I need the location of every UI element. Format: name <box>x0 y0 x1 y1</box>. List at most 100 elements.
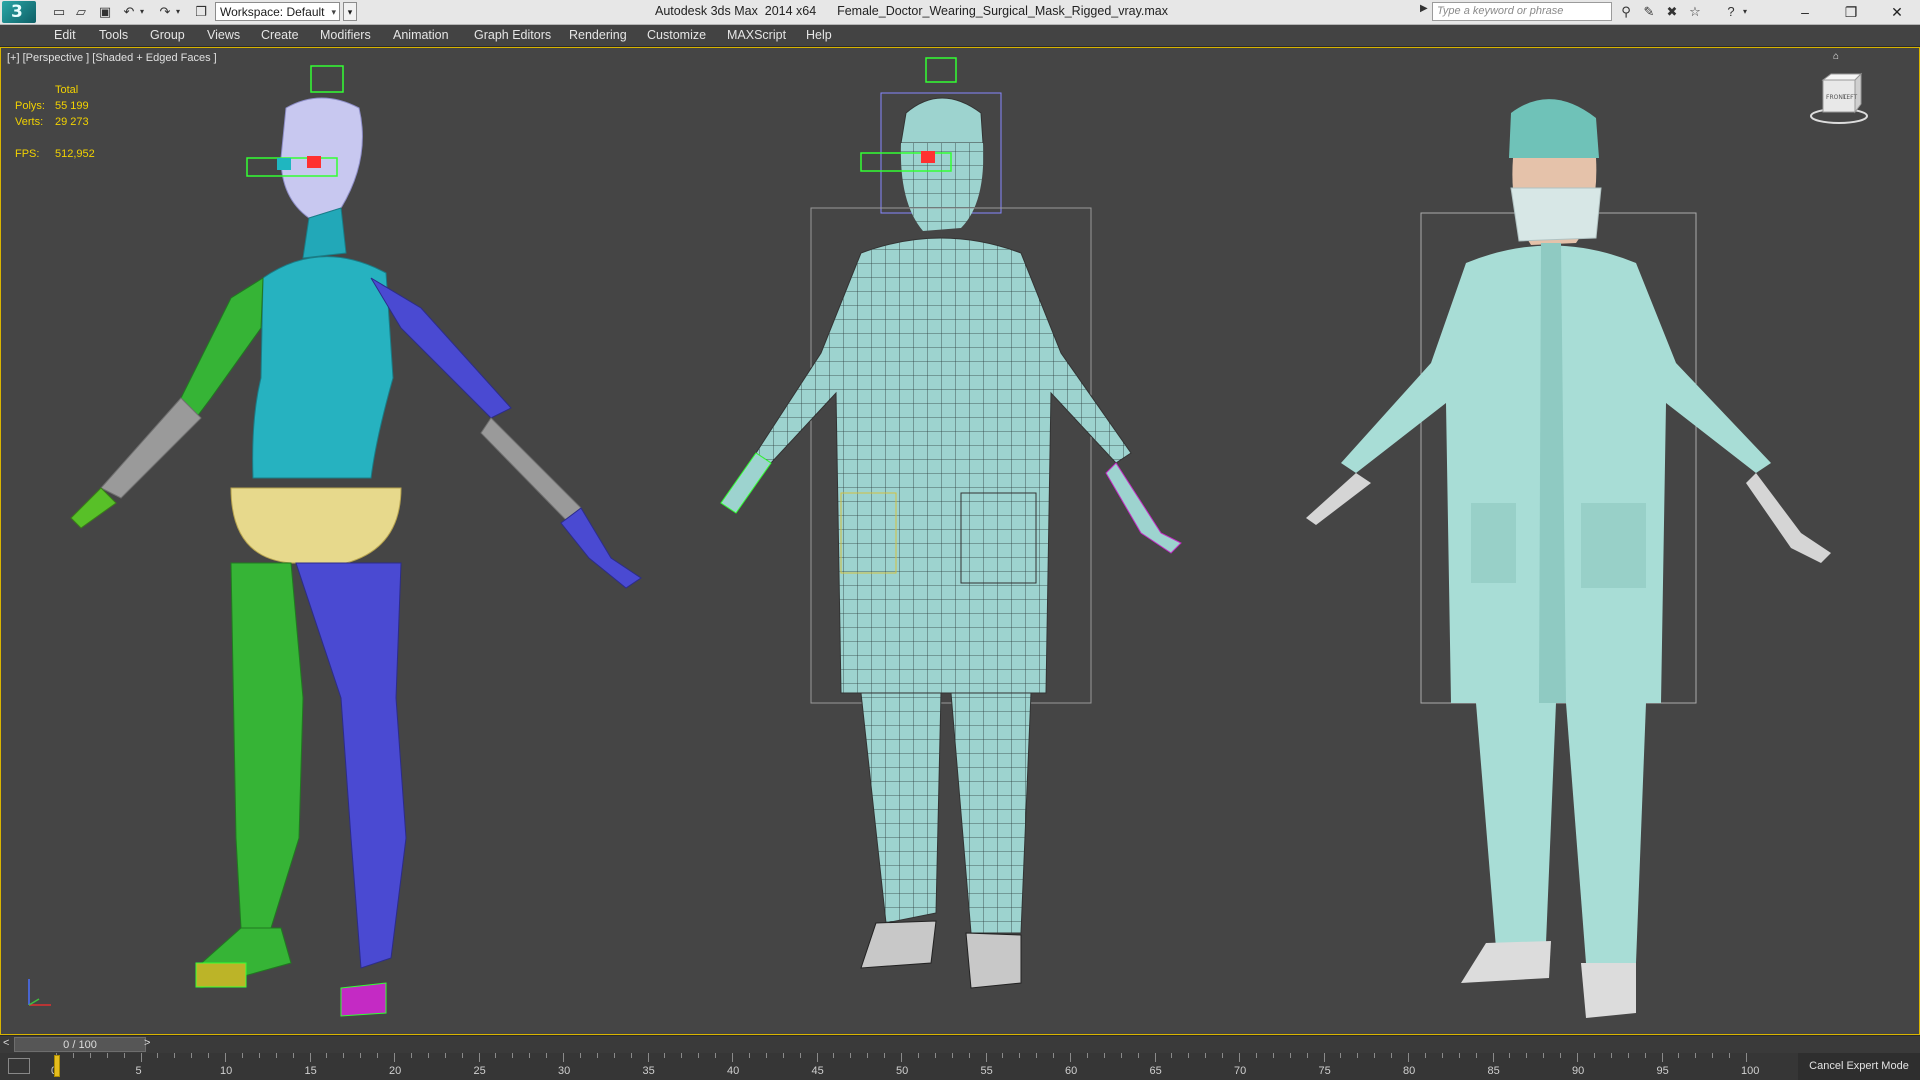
frame-tick-label: 10 <box>220 1065 233 1077</box>
frame-tick <box>1357 1053 1359 1058</box>
frame-ruler[interactable]: 0510152025303540455055606570758085909510… <box>51 1053 1759 1080</box>
frame-tick <box>225 1053 226 1062</box>
frame-tick <box>1644 1053 1646 1058</box>
frame-tick <box>1492 1053 1494 1062</box>
frame-tick <box>1577 1053 1578 1062</box>
frame-tick <box>444 1053 446 1058</box>
frame-tick <box>106 1053 108 1058</box>
frame-tick <box>1441 1053 1443 1058</box>
menu-views[interactable]: Views <box>207 28 240 42</box>
new-file-icon[interactable]: ▭ <box>50 3 68 21</box>
frame-tick <box>410 1053 412 1058</box>
workspace-dropdown[interactable]: Workspace: Default ▾ <box>215 2 340 21</box>
frame-tick <box>208 1053 210 1058</box>
menu-rendering[interactable]: Rendering <box>569 28 627 42</box>
frame-tick <box>647 1053 649 1062</box>
open-file-icon[interactable]: ▱ <box>72 3 90 21</box>
trackbar[interactable]: 0510152025303540455055606570758085909510… <box>0 1053 1920 1080</box>
frame-tick <box>968 1053 970 1058</box>
app-name: Autodesk 3ds Max 2014 x64 <box>655 4 817 18</box>
frame-tick <box>765 1053 767 1058</box>
frame-tick <box>1070 1053 1071 1062</box>
time-slider[interactable]: < 0 / 100 > <box>0 1035 1920 1054</box>
workspace-label: Workspace: Default <box>220 5 325 19</box>
frame-tick <box>394 1053 395 1062</box>
frame-tick <box>275 1053 277 1058</box>
search-input[interactable]: Type a keyword or phrase <box>1432 2 1612 21</box>
frame-tick <box>1560 1053 1562 1058</box>
frame-tick-label: 40 <box>727 1065 740 1077</box>
favorites-star-icon[interactable]: ☆ <box>1686 3 1704 21</box>
frame-tick <box>1526 1053 1528 1058</box>
frame-tick <box>917 1053 919 1058</box>
frame-cursor[interactable] <box>54 1055 60 1077</box>
subscription-icon[interactable]: ✎ <box>1640 3 1658 21</box>
shaded-figure[interactable] <box>1261 63 1881 1023</box>
menu-create[interactable]: Create <box>261 28 299 42</box>
restore-icon[interactable]: ❐ <box>1828 0 1874 24</box>
frame-tick <box>1171 1053 1173 1058</box>
frame-tick <box>1408 1053 1409 1062</box>
app-logo-icon[interactable]: 3 <box>2 1 36 23</box>
perspective-viewport[interactable]: [+] [Perspective ] [Shaded + Edged Faces… <box>0 47 1920 1035</box>
minimize-icon[interactable]: – <box>1782 0 1828 24</box>
time-slider-next-icon[interactable]: > <box>144 1037 150 1049</box>
frame-tick <box>630 1053 632 1058</box>
frame-tick <box>292 1053 294 1058</box>
communication-icon[interactable]: ✖ <box>1663 3 1681 21</box>
time-slider-thumb[interactable]: 0 / 100 <box>14 1037 146 1052</box>
frame-tick-label: 70 <box>1234 1065 1247 1077</box>
frame-tick-label: 60 <box>1065 1065 1078 1077</box>
menu-animation[interactable]: Animation <box>393 28 449 42</box>
menu-group[interactable]: Group <box>150 28 185 42</box>
help-icon[interactable]: ? <box>1722 3 1740 21</box>
menu-maxscript[interactable]: MAXScript <box>727 28 786 42</box>
frame-tick <box>495 1053 497 1058</box>
frame-tick <box>1458 1053 1460 1058</box>
frame-tick <box>1729 1053 1731 1058</box>
quick-access-dropdown[interactable]: ▾ <box>343 2 357 21</box>
frame-tick <box>512 1053 514 1058</box>
menu-customize[interactable]: Customize <box>647 28 706 42</box>
help-dropdown-icon[interactable]: ▾ <box>1740 3 1750 21</box>
frame-tick <box>850 1053 852 1058</box>
frame-tick <box>1475 1053 1477 1058</box>
frame-tick <box>715 1053 717 1058</box>
time-slider-prev-icon[interactable]: < <box>3 1037 9 1049</box>
save-file-icon[interactable]: ▣ <box>96 3 114 21</box>
frame-tick <box>1374 1053 1376 1058</box>
frame-tick <box>529 1053 531 1058</box>
menu-help[interactable]: Help <box>806 28 832 42</box>
frame-tick-label: 15 <box>304 1065 317 1077</box>
redo-icon[interactable]: ↷ <box>156 3 174 21</box>
frame-tick <box>461 1053 463 1058</box>
frame-tick-label: 75 <box>1318 1065 1331 1077</box>
frame-tick <box>174 1053 176 1058</box>
wireframe-figure[interactable] <box>661 53 1281 1013</box>
mini-curve-editor-icon[interactable] <box>8 1058 30 1074</box>
frame-tick <box>1712 1053 1714 1058</box>
home-icon[interactable]: ⌂ <box>1833 51 1839 62</box>
frame-tick-label: 95 <box>1656 1065 1669 1077</box>
redo-dropdown-icon[interactable]: ▾ <box>173 3 183 21</box>
undo-icon[interactable]: ↶ <box>120 3 138 21</box>
frame-tick <box>1205 1053 1207 1058</box>
search-expand-icon[interactable]: ▶ <box>1420 3 1428 14</box>
menu-tools[interactable]: Tools <box>99 28 128 42</box>
frame-tick <box>72 1053 74 1058</box>
menu-edit[interactable]: Edit <box>54 28 76 42</box>
frame-tick-label: 55 <box>980 1065 993 1077</box>
menu-modifiers[interactable]: Modifiers <box>320 28 371 42</box>
cancel-expert-mode-button[interactable]: Cancel Expert Mode <box>1798 1053 1920 1080</box>
frame-tick <box>833 1053 835 1058</box>
menu-graph-editors[interactable]: Graph Editors <box>474 28 551 42</box>
binoculars-icon[interactable]: ⚲ <box>1617 3 1635 21</box>
close-icon[interactable]: ✕ <box>1874 0 1920 24</box>
project-folder-icon[interactable]: ❐ <box>192 3 210 21</box>
frame-tick <box>1188 1053 1190 1058</box>
frame-tick <box>1272 1053 1274 1058</box>
frame-tick-label: 45 <box>811 1065 824 1077</box>
rig-figure-skeleton[interactable] <box>41 58 661 1018</box>
frame-tick <box>191 1053 193 1058</box>
undo-dropdown-icon[interactable]: ▾ <box>137 3 147 21</box>
